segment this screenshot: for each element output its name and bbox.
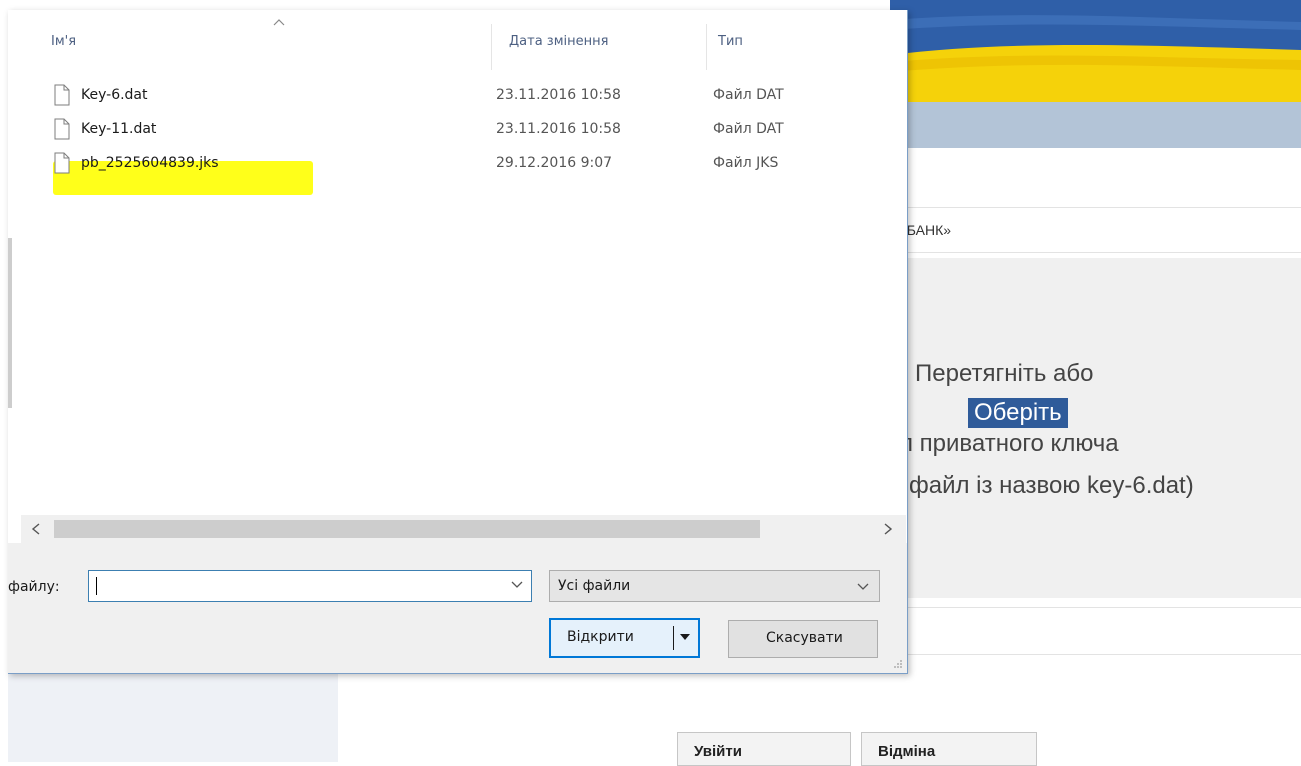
file-type: Файл JKS	[713, 155, 779, 171]
file-list: Ім'я Дата змінення Тип Key-6.dat 23.11.2…	[21, 10, 907, 542]
choose-file-button[interactable]: Оберіть	[968, 398, 1068, 428]
file-icon	[54, 152, 70, 174]
file-modified: 23.11.2016 10:58	[496, 87, 621, 103]
ukraine-flag-banner	[890, 0, 1301, 102]
file-modified: 29.12.2016 9:07	[496, 155, 613, 171]
file-name: Key-6.dat	[81, 87, 148, 103]
page-sidebar	[8, 672, 338, 762]
column-header-modified[interactable]: Дата змінення	[509, 34, 608, 49]
resize-grip-icon[interactable]	[893, 659, 903, 669]
file-open-dialog: Ім'я Дата змінення Тип Key-6.dat 23.11.2…	[8, 10, 908, 674]
dropzone-line-key: л приватного ключа	[899, 430, 1119, 457]
column-header-name[interactable]: Ім'я	[51, 34, 76, 49]
text-cursor	[96, 577, 97, 595]
file-modified: 23.11.2016 10:58	[496, 121, 621, 137]
file-name: Key-11.dat	[81, 121, 157, 137]
split-dropdown-icon[interactable]	[679, 632, 691, 642]
flag-graphic	[890, 0, 1301, 102]
file-type: Файл DAT	[713, 121, 784, 137]
file-type: Файл DAT	[713, 87, 784, 103]
page-cancel-button[interactable]: Відміна	[861, 732, 1037, 766]
column-separator[interactable]	[491, 24, 492, 70]
file-row[interactable]: Key-11.dat 23.11.2016 10:58 Файл DAT	[21, 114, 881, 146]
column-header-type[interactable]: Тип	[718, 34, 743, 49]
left-pane-scrollbar[interactable]	[8, 238, 12, 408]
file-row[interactable]: Key-6.dat 23.11.2016 10:58 Файл DAT	[21, 80, 881, 112]
cancel-button-label: Скасувати	[766, 630, 843, 646]
password-field[interactable]	[890, 607, 1301, 655]
filename-input[interactable]	[89, 571, 511, 601]
open-button[interactable]: Відкрити	[549, 618, 700, 658]
filename-field[interactable]	[88, 570, 532, 602]
cancel-button[interactable]: Скасувати	[728, 620, 878, 658]
chevron-right-icon[interactable]	[883, 523, 893, 535]
open-button-label: Відкрити	[567, 629, 634, 645]
dropzone-line-hint: файл із назвою key-6.dat)	[909, 472, 1194, 499]
file-type-selected: Усі файли	[558, 578, 631, 594]
bank-name-field: АТБАНК»	[890, 207, 1301, 253]
chevron-down-icon[interactable]	[511, 579, 523, 589]
bank-nav-bar	[890, 102, 1301, 148]
file-name: pb_2525604839.jks	[81, 155, 219, 171]
chevron-left-icon[interactable]	[31, 523, 41, 535]
login-button[interactable]: Увійти	[677, 732, 851, 766]
split-divider	[673, 626, 674, 650]
chevron-down-icon	[857, 583, 869, 590]
file-type-select[interactable]: Усі файли	[549, 570, 880, 602]
file-icon	[54, 84, 70, 106]
filename-label: файлу:	[8, 579, 60, 595]
horizontal-scrollbar[interactable]	[21, 515, 906, 543]
dialog-bottom-panel: файлу: Усі файли Відкрити Скасувати	[8, 543, 907, 673]
scrollbar-thumb[interactable]	[54, 520, 760, 538]
file-icon	[54, 118, 70, 140]
column-separator[interactable]	[706, 24, 707, 70]
sort-up-icon[interactable]	[273, 18, 285, 26]
file-row-highlighted[interactable]: pb_2525604839.jks 29.12.2016 9:07 Файл J…	[21, 148, 881, 180]
key-dropzone[interactable]: Перетягніть або Оберіть л приватного клю…	[890, 258, 1301, 598]
dropzone-line-drag: Перетягніть або	[915, 360, 1094, 387]
